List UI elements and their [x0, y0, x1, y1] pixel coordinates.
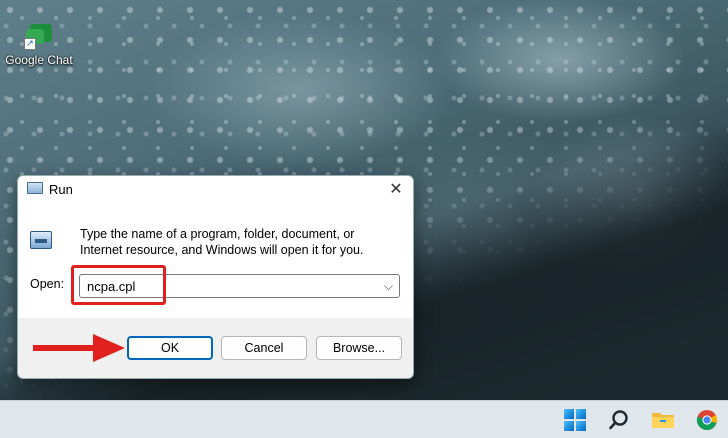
open-label: Open:: [30, 277, 65, 291]
taskbar: [0, 400, 728, 438]
run-icon: [27, 182, 43, 194]
close-icon: ✕: [389, 181, 403, 198]
dialog-title: Run: [49, 182, 73, 197]
dialog-titlebar[interactable]: Run ✕: [18, 176, 413, 204]
dialog-description: Type the name of a program, folder, docu…: [80, 227, 364, 257]
windows-start-icon[interactable]: [560, 405, 590, 435]
desktop-icon-label: Google Chat: [5, 53, 73, 67]
browse-button[interactable]: Browse...: [316, 336, 402, 360]
search-icon[interactable]: [604, 405, 634, 435]
desktop-icon-google-chat[interactable]: ↗ Google Chat: [2, 22, 76, 82]
google-chat-icon: ↗: [24, 22, 54, 50]
file-explorer-icon[interactable]: [648, 405, 678, 435]
shortcut-arrow-icon: ↗: [24, 38, 36, 50]
cancel-button[interactable]: Cancel: [221, 336, 307, 360]
chevron-down-icon[interactable]: ⌵: [384, 278, 393, 294]
annotation-highlight-box: [71, 265, 166, 305]
chrome-icon[interactable]: [692, 405, 722, 435]
run-program-icon: [30, 231, 52, 249]
close-button[interactable]: ✕: [385, 179, 407, 201]
annotation-arrow-icon: [33, 334, 125, 362]
ok-button[interactable]: OK: [127, 336, 213, 360]
